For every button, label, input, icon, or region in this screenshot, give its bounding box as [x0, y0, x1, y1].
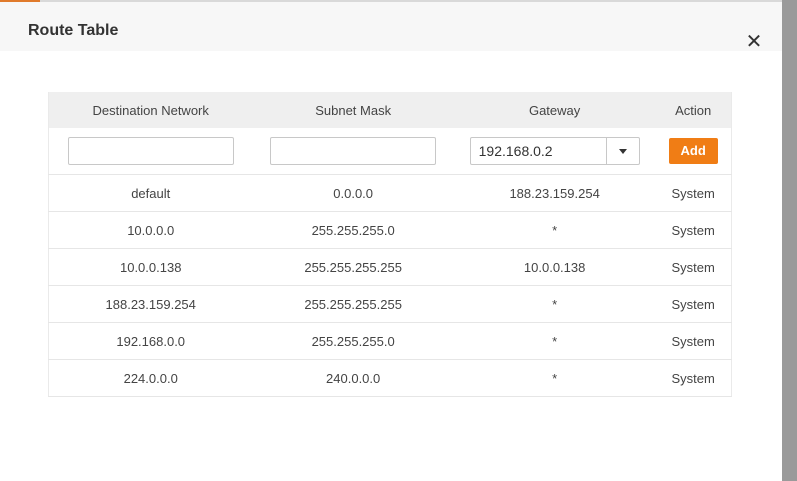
cell-destination: 224.0.0.0: [48, 359, 253, 397]
cell-destination: 10.0.0.138: [48, 248, 253, 286]
cell-subnet-mask: 255.255.255.0: [252, 211, 454, 249]
table-row: 188.23.159.254 255.255.255.255 * System: [48, 285, 732, 323]
backdrop-overlay: [782, 0, 797, 481]
cell-gateway: 10.0.0.138: [453, 248, 656, 286]
column-header-action: Action: [655, 92, 732, 128]
cell-subnet-mask: 255.255.255.255: [252, 248, 454, 286]
cell-action: System: [655, 359, 732, 397]
cell-action: System: [655, 174, 732, 212]
cell-action: System: [655, 211, 732, 249]
cell-destination: 192.168.0.0: [48, 322, 253, 360]
column-header-gateway: Gateway: [453, 92, 656, 128]
cell-subnet-mask: 255.255.255.255: [252, 285, 454, 323]
gateway-select-value: 192.168.0.2: [478, 143, 553, 159]
dialog-title: Route Table: [28, 22, 119, 39]
table-row: 192.168.0.0 255.255.255.0 * System: [48, 322, 732, 360]
subnet-mask-input[interactable]: [270, 137, 437, 165]
chevron-down-icon: [618, 148, 627, 154]
cell-destination: default: [48, 174, 253, 212]
table-row: 10.0.0.0 255.255.255.0 * System: [48, 211, 732, 249]
cell-action: System: [655, 285, 732, 323]
table-row: 224.0.0.0 240.0.0.0 * System: [48, 359, 732, 397]
cell-gateway: *: [453, 359, 656, 397]
cell-gateway: *: [453, 322, 656, 360]
route-table-dialog: Route Table ✕ Destination Network Subnet…: [0, 2, 782, 481]
close-icon[interactable]: ✕: [744, 32, 764, 53]
cell-gateway: 188.23.159.254: [453, 174, 656, 212]
gateway-dropdown-button[interactable]: [605, 138, 639, 164]
cell-subnet-mask: 255.255.255.0: [252, 322, 454, 360]
route-table: Destination Network Subnet Mask Gateway …: [48, 92, 732, 397]
table-row: default 0.0.0.0 188.23.159.254 System: [48, 174, 732, 212]
add-route-button[interactable]: Add: [668, 138, 718, 164]
column-header-subnet-mask: Subnet Mask: [252, 92, 454, 128]
cell-subnet-mask: 0.0.0.0: [252, 174, 454, 212]
cell-destination: 10.0.0.0: [48, 211, 253, 249]
cell-gateway: *: [453, 285, 656, 323]
dialog-header: Route Table: [0, 2, 782, 51]
cell-gateway: *: [453, 211, 656, 249]
destination-network-input[interactable]: [67, 137, 234, 165]
gateway-select[interactable]: 192.168.0.2: [469, 137, 640, 165]
table-header-row: Destination Network Subnet Mask Gateway …: [48, 92, 732, 128]
table-row: 10.0.0.138 255.255.255.255 10.0.0.138 Sy…: [48, 248, 732, 286]
add-route-row: 192.168.0.2 Add: [49, 128, 732, 175]
cell-destination: 188.23.159.254: [48, 285, 253, 323]
cell-subnet-mask: 240.0.0.0: [252, 359, 454, 397]
cell-action: System: [655, 322, 732, 360]
cell-action: System: [655, 248, 732, 286]
column-header-destination: Destination Network: [48, 92, 253, 128]
